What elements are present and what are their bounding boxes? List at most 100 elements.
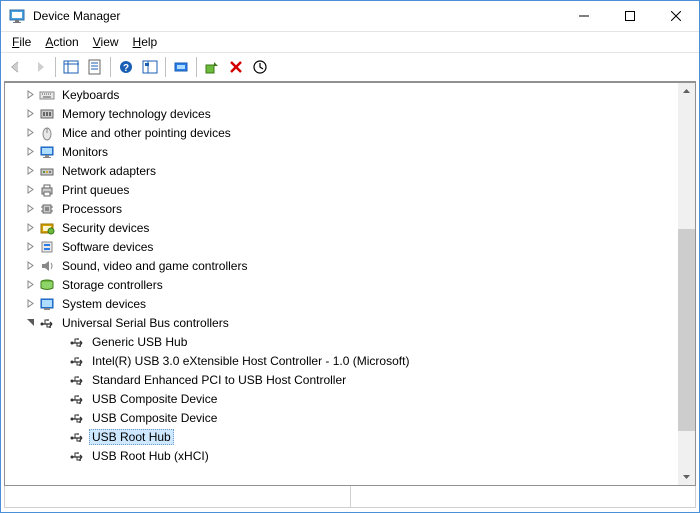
usb-icon <box>69 372 85 388</box>
system-icon <box>39 296 55 312</box>
tree-device-label: Intel(R) USB 3.0 eXtensible Host Control… <box>89 353 412 369</box>
expand-icon[interactable] <box>23 88 37 102</box>
tree-device-label: USB Root Hub (xHCI) <box>89 448 212 464</box>
expand-icon[interactable] <box>23 240 37 254</box>
tree-category-label: Storage controllers <box>59 277 166 293</box>
tree-category-row[interactable]: Memory technology devices <box>9 104 678 123</box>
help-button[interactable]: ? <box>115 56 137 78</box>
network-icon <box>39 163 55 179</box>
status-cell <box>5 486 351 507</box>
content-area: Keyboards Memory technology devices Mice… <box>4 81 696 508</box>
software-icon <box>39 239 55 255</box>
printer-icon <box>39 182 55 198</box>
tree-category-label: Software devices <box>59 239 156 255</box>
expand-icon[interactable] <box>23 221 37 235</box>
tree-category-row[interactable]: Processors <box>9 199 678 218</box>
expand-icon[interactable] <box>23 278 37 292</box>
uninstall-device-button[interactable] <box>225 56 247 78</box>
tree-category-label: Network adapters <box>59 163 159 179</box>
tree-category-label: Sound, video and game controllers <box>59 258 250 274</box>
device-manager-window: Device Manager File Action View Help <box>0 0 700 513</box>
tree-device-row[interactable]: USB Root Hub <box>9 427 678 446</box>
usb-icon <box>69 353 85 369</box>
minimize-button[interactable] <box>561 1 607 31</box>
menu-help[interactable]: Help <box>126 34 165 50</box>
usb-icon <box>69 429 85 445</box>
menu-action[interactable]: Action <box>38 34 85 50</box>
tree-category-row[interactable]: Network adapters <box>9 161 678 180</box>
usb-icon <box>39 315 55 331</box>
tree-device-row[interactable]: USB Composite Device <box>9 389 678 408</box>
tree-category-row[interactable]: Monitors <box>9 142 678 161</box>
keyboard-icon <box>39 87 55 103</box>
tree-device-label: Generic USB Hub <box>89 334 190 350</box>
monitor-icon <box>39 144 55 160</box>
tree-device-label: Standard Enhanced PCI to USB Host Contro… <box>89 372 349 388</box>
scroll-track[interactable] <box>678 100 695 468</box>
expand-icon[interactable] <box>23 259 37 273</box>
expand-icon[interactable] <box>23 202 37 216</box>
tree-category-label: Memory technology devices <box>59 106 214 122</box>
back-button[interactable] <box>5 56 27 78</box>
app-icon <box>9 8 25 24</box>
close-button[interactable] <box>653 1 699 31</box>
expand-icon[interactable] <box>23 183 37 197</box>
scan-hardware-button[interactable] <box>170 56 192 78</box>
scroll-thumb[interactable] <box>678 229 695 431</box>
status-cell <box>351 486 696 507</box>
tree-category-label: Print queues <box>59 182 132 198</box>
update-driver-button[interactable] <box>249 56 271 78</box>
toolbar-separator <box>110 57 111 77</box>
tree-category-row[interactable]: System devices <box>9 294 678 313</box>
status-bar <box>4 486 696 508</box>
forward-button[interactable] <box>29 56 51 78</box>
vertical-scrollbar[interactable] <box>678 83 695 485</box>
tree-category-row[interactable]: Mice and other pointing devices <box>9 123 678 142</box>
tree-category-row[interactable]: Keyboards <box>9 85 678 104</box>
tree-device-row[interactable]: Standard Enhanced PCI to USB Host Contro… <box>9 370 678 389</box>
tree-category-row[interactable]: Storage controllers <box>9 275 678 294</box>
expand-icon[interactable] <box>23 107 37 121</box>
scroll-up-button[interactable] <box>678 83 695 100</box>
tree-device-row[interactable]: USB Root Hub (xHCI) <box>9 446 678 465</box>
show-hide-tree-button[interactable] <box>60 56 82 78</box>
device-tree[interactable]: Keyboards Memory technology devices Mice… <box>5 83 678 485</box>
tree-device-row[interactable]: Intel(R) USB 3.0 eXtensible Host Control… <box>9 351 678 370</box>
toolbar-separator <box>165 57 166 77</box>
tree-device-label: USB Composite Device <box>89 391 220 407</box>
usb-icon <box>69 391 85 407</box>
usb-icon <box>69 448 85 464</box>
maximize-button[interactable] <box>607 1 653 31</box>
memory-icon <box>39 106 55 122</box>
tree-category-label: Processors <box>59 201 125 217</box>
menubar: File Action View Help <box>1 32 699 53</box>
tree-device-row[interactable]: Generic USB Hub <box>9 332 678 351</box>
expand-icon[interactable] <box>23 164 37 178</box>
properties-button[interactable] <box>84 56 106 78</box>
tree-category-row[interactable]: Software devices <box>9 237 678 256</box>
window-title: Device Manager <box>33 9 120 23</box>
tree-device-label: USB Composite Device <box>89 410 220 426</box>
cpu-icon <box>39 201 55 217</box>
menu-file[interactable]: File <box>5 34 38 50</box>
enable-device-button[interactable] <box>201 56 223 78</box>
scroll-down-button[interactable] <box>678 468 695 485</box>
tree-device-row[interactable]: USB Composite Device <box>9 408 678 427</box>
action-icon-button[interactable] <box>139 56 161 78</box>
storage-icon <box>39 277 55 293</box>
tree-category-row[interactable]: Print queues <box>9 180 678 199</box>
security-icon <box>39 220 55 236</box>
expand-icon[interactable] <box>23 126 37 140</box>
tree-category-label: Mice and other pointing devices <box>59 125 234 141</box>
tree-category-row[interactable]: Universal Serial Bus controllers <box>9 313 678 332</box>
collapse-icon[interactable] <box>23 316 37 330</box>
menu-view[interactable]: View <box>86 34 126 50</box>
tree-category-label: System devices <box>59 296 149 312</box>
tree-category-row[interactable]: Security devices <box>9 218 678 237</box>
tree-category-row[interactable]: Sound, video and game controllers <box>9 256 678 275</box>
mouse-icon <box>39 125 55 141</box>
tree-category-label: Monitors <box>59 144 111 160</box>
expand-icon[interactable] <box>23 145 37 159</box>
expand-icon[interactable] <box>23 297 37 311</box>
toolbar-separator <box>196 57 197 77</box>
